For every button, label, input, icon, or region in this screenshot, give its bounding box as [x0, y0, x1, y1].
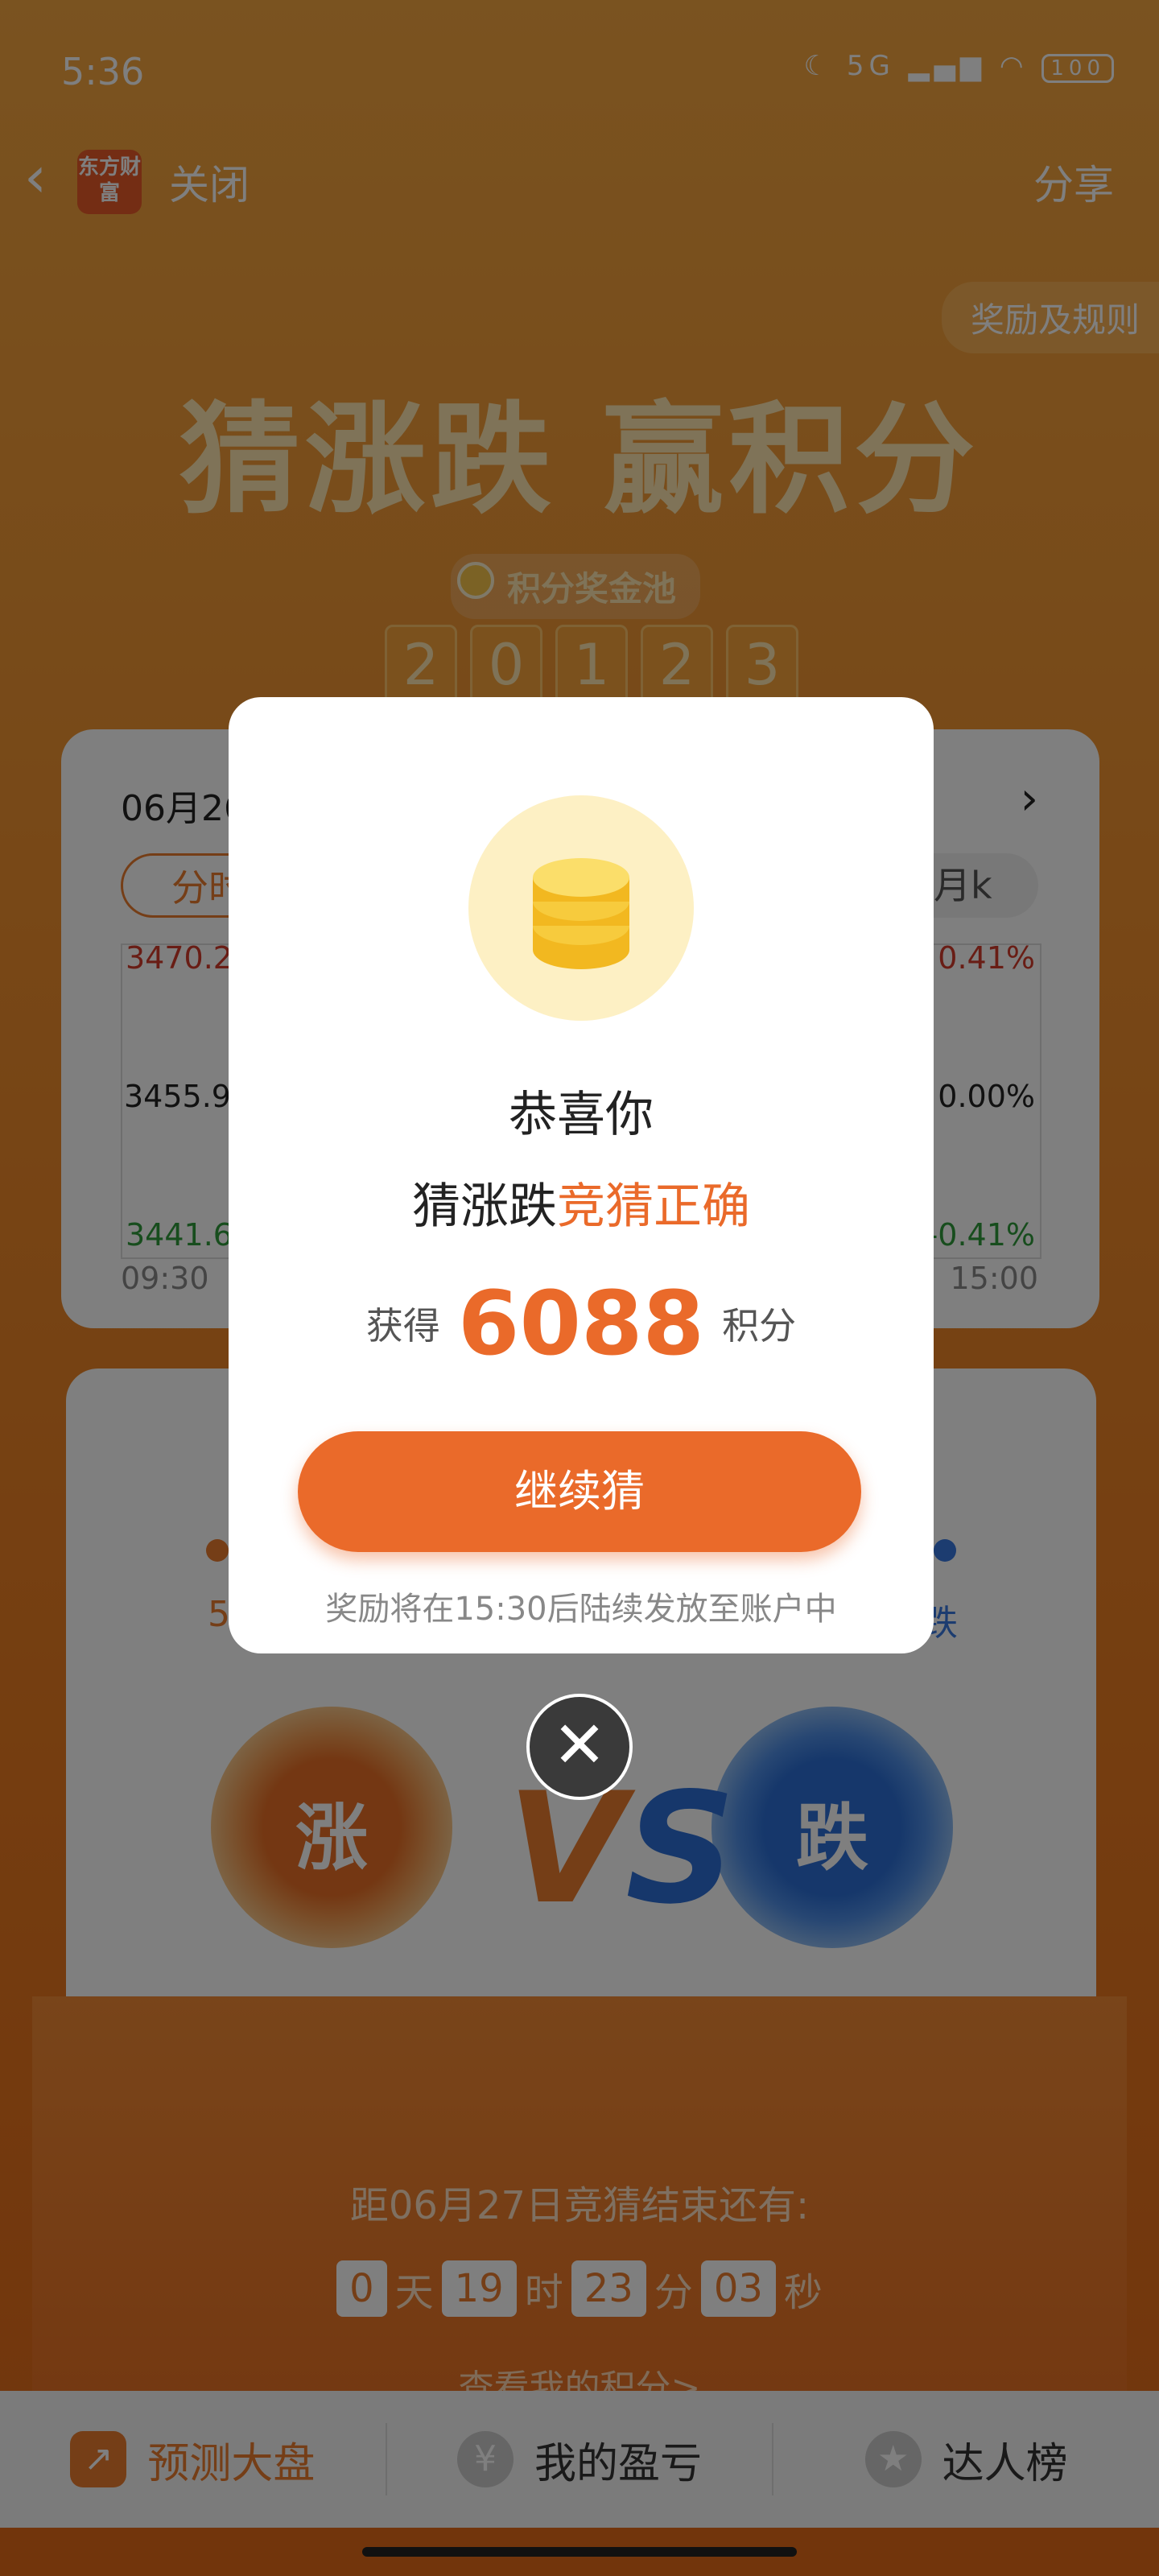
modal-subtitle-prefix: 猜涨跌 — [412, 1179, 557, 1235]
modal-subtitle: 猜涨跌竞猜正确 — [229, 1167, 934, 1237]
reward-gain-label: 获得 — [365, 1304, 440, 1348]
reward-row: 获得 6088 积分 — [229, 1272, 934, 1375]
home-indicator — [362, 2547, 797, 2557]
close-icon: ✕ — [552, 1707, 607, 1782]
reward-unit: 积分 — [722, 1304, 797, 1348]
modal-note: 奖励将在15:30后陆续发放至账户中 — [325, 1591, 837, 1628]
modal-title: 恭喜你 — [509, 1087, 654, 1143]
modal-subtitle-highlight: 竞猜正确 — [557, 1179, 750, 1235]
coin-stack-icon — [533, 858, 629, 969]
continue-guess-button[interactable]: 继续猜 — [298, 1431, 861, 1552]
reward-points: 6088 — [457, 1272, 705, 1375]
